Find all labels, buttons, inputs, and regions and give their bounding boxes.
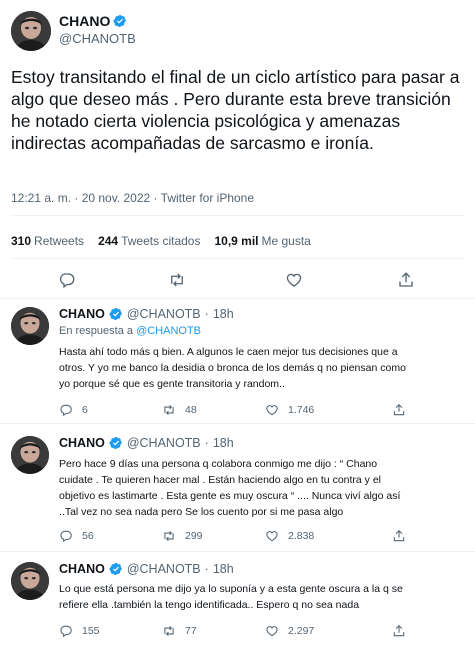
like-action[interactable]: 2.838 [265, 529, 314, 543]
tweet-actions: 56 299 2.838 [59, 529, 459, 545]
share-icon[interactable] [397, 271, 415, 289]
reply-count: 6 [82, 404, 88, 416]
divider [11, 258, 464, 259]
separator-dot: · [204, 436, 209, 450]
retweet-count: 299 [185, 530, 203, 542]
author-name[interactable]: CHANO [59, 13, 110, 29]
author-handle[interactable]: @CHANOTB [127, 307, 201, 321]
separator-dot: · [204, 562, 209, 576]
retweet-icon[interactable] [168, 271, 186, 289]
verified-badge-icon [109, 436, 123, 450]
share-action[interactable] [392, 529, 406, 543]
tweet-text: Pero hace 9 días una persona q colabora … [59, 456, 464, 520]
divider [11, 215, 464, 216]
text-line: Pero hace 9 días una persona q colabora … [59, 458, 378, 470]
text-line: objetivo es lastimarte . Esta gente es m… [59, 490, 401, 502]
quote-tweets-label: Tweets citados [121, 234, 201, 248]
share-action[interactable] [392, 403, 406, 417]
like-action[interactable]: 2.297 [265, 624, 314, 638]
reply-icon[interactable] [59, 624, 73, 638]
like-icon[interactable] [265, 624, 279, 638]
avatar[interactable] [11, 562, 49, 600]
like-count: 2.297 [288, 625, 315, 637]
retweet-icon[interactable] [162, 403, 176, 417]
reply-count: 155 [82, 625, 100, 637]
tweet-actions: 155 77 2.297 [59, 624, 459, 640]
like-icon[interactable] [285, 271, 303, 289]
retweets-stat[interactable]: 310 Retweets [11, 234, 84, 248]
retweet-count: 77 [185, 625, 197, 637]
author-name[interactable]: CHANO [59, 436, 105, 450]
verified-badge-icon [109, 562, 123, 576]
tweet-text: Hasta ahí todo más q bien. A algunos le … [59, 344, 464, 392]
author-name[interactable]: CHANO [59, 307, 105, 321]
verified-badge-icon [113, 14, 127, 28]
share-icon[interactable] [392, 529, 406, 543]
reply-action[interactable]: 6 [59, 403, 88, 417]
timestamp[interactable]: 18h [213, 562, 234, 576]
reply-header: CHANO @CHANOTB · 18h [59, 562, 234, 576]
reply-header: CHANO @CHANOTB · 18h [59, 307, 234, 321]
reply-header: CHANO @CHANOTB · 18h [59, 436, 234, 450]
retweet-count: 48 [185, 404, 197, 416]
tweet-text: Lo que está persona me dijo ya lo suponí… [59, 581, 464, 613]
author-handle[interactable]: @CHANOTB [127, 436, 201, 450]
like-count: 2.838 [288, 530, 315, 542]
retweet-action[interactable]: 299 [162, 529, 203, 543]
separator-dot: · [204, 307, 209, 321]
text-line: Hasta ahí todo más q bien. A algunos le … [59, 346, 398, 358]
text-line: Lo que está persona me dijo ya lo suponí… [59, 583, 403, 595]
like-count: 1.746 [288, 404, 315, 416]
quote-tweets-stat[interactable]: 244 Tweets citados [98, 234, 200, 248]
text-line: ..Tal vez no sea nada pero Se los cuento… [59, 506, 344, 518]
retweets-count: 310 [11, 234, 32, 248]
reply-action[interactable]: 56 [59, 529, 94, 543]
tweet-actions: 6 48 1.746 [59, 403, 459, 419]
timestamp[interactable]: 18h [213, 436, 234, 450]
reply-icon[interactable] [59, 403, 73, 417]
in-reply-to: En respuesta a @CHANOTB [59, 325, 201, 337]
share-icon[interactable] [392, 624, 406, 638]
reply-icon[interactable] [58, 271, 76, 289]
share-action[interactable] [392, 624, 406, 638]
text-line: yo porque sé que es gente transitoria y … [59, 378, 285, 390]
author-handle[interactable]: @CHANOTB [59, 31, 136, 46]
avatar[interactable] [11, 307, 49, 345]
text-line: cuidate . Te quieren hacer mal . Están h… [59, 474, 382, 486]
author-name[interactable]: CHANO [59, 562, 105, 576]
mention-link[interactable]: @CHANOTB [136, 325, 201, 337]
reply-action[interactable]: 155 [59, 624, 100, 638]
retweets-label: Retweets [34, 234, 85, 248]
retweet-action[interactable]: 77 [162, 624, 197, 638]
retweet-icon[interactable] [162, 529, 176, 543]
likes-stat[interactable]: 10,9 mil Me gusta [214, 234, 310, 248]
retweet-action[interactable]: 48 [162, 403, 197, 417]
author-handle[interactable]: @CHANOTB [127, 562, 201, 576]
avatar[interactable] [11, 436, 49, 474]
tweet-stats: 310 Retweets 244 Tweets citados 10,9 mil Me… [11, 234, 311, 248]
reply-count: 56 [82, 530, 94, 542]
timestamp[interactable]: 18h [213, 307, 234, 321]
retweet-icon[interactable] [162, 624, 176, 638]
quote-tweets-count: 244 [98, 234, 119, 248]
reply-icon[interactable] [59, 529, 73, 543]
tweet-actions [0, 271, 475, 291]
in-reply-prefix: En respuesta a [59, 325, 133, 337]
verified-badge-icon [109, 307, 123, 321]
text-line: refiere ella .también la tengo identific… [59, 599, 360, 611]
tweet-text: Estoy transitando el final de un ciclo a… [11, 67, 460, 153]
like-icon[interactable] [265, 529, 279, 543]
likes-label: Me gusta [261, 234, 311, 248]
likes-count: 10,9 mil [214, 234, 259, 248]
tweet-meta[interactable]: 12:21 a. m. · 20 nov. 2022 · Twitter for… [11, 191, 254, 205]
avatar[interactable] [11, 11, 51, 51]
like-action[interactable]: 1.746 [265, 403, 314, 417]
divider [0, 298, 475, 299]
author-name-row[interactable]: CHANO [59, 13, 127, 29]
share-icon[interactable] [392, 403, 406, 417]
text-line: otros. Y yo me banco la desidia o bronca… [59, 362, 406, 374]
divider [0, 551, 475, 552]
like-icon[interactable] [265, 403, 279, 417]
divider [0, 423, 475, 424]
